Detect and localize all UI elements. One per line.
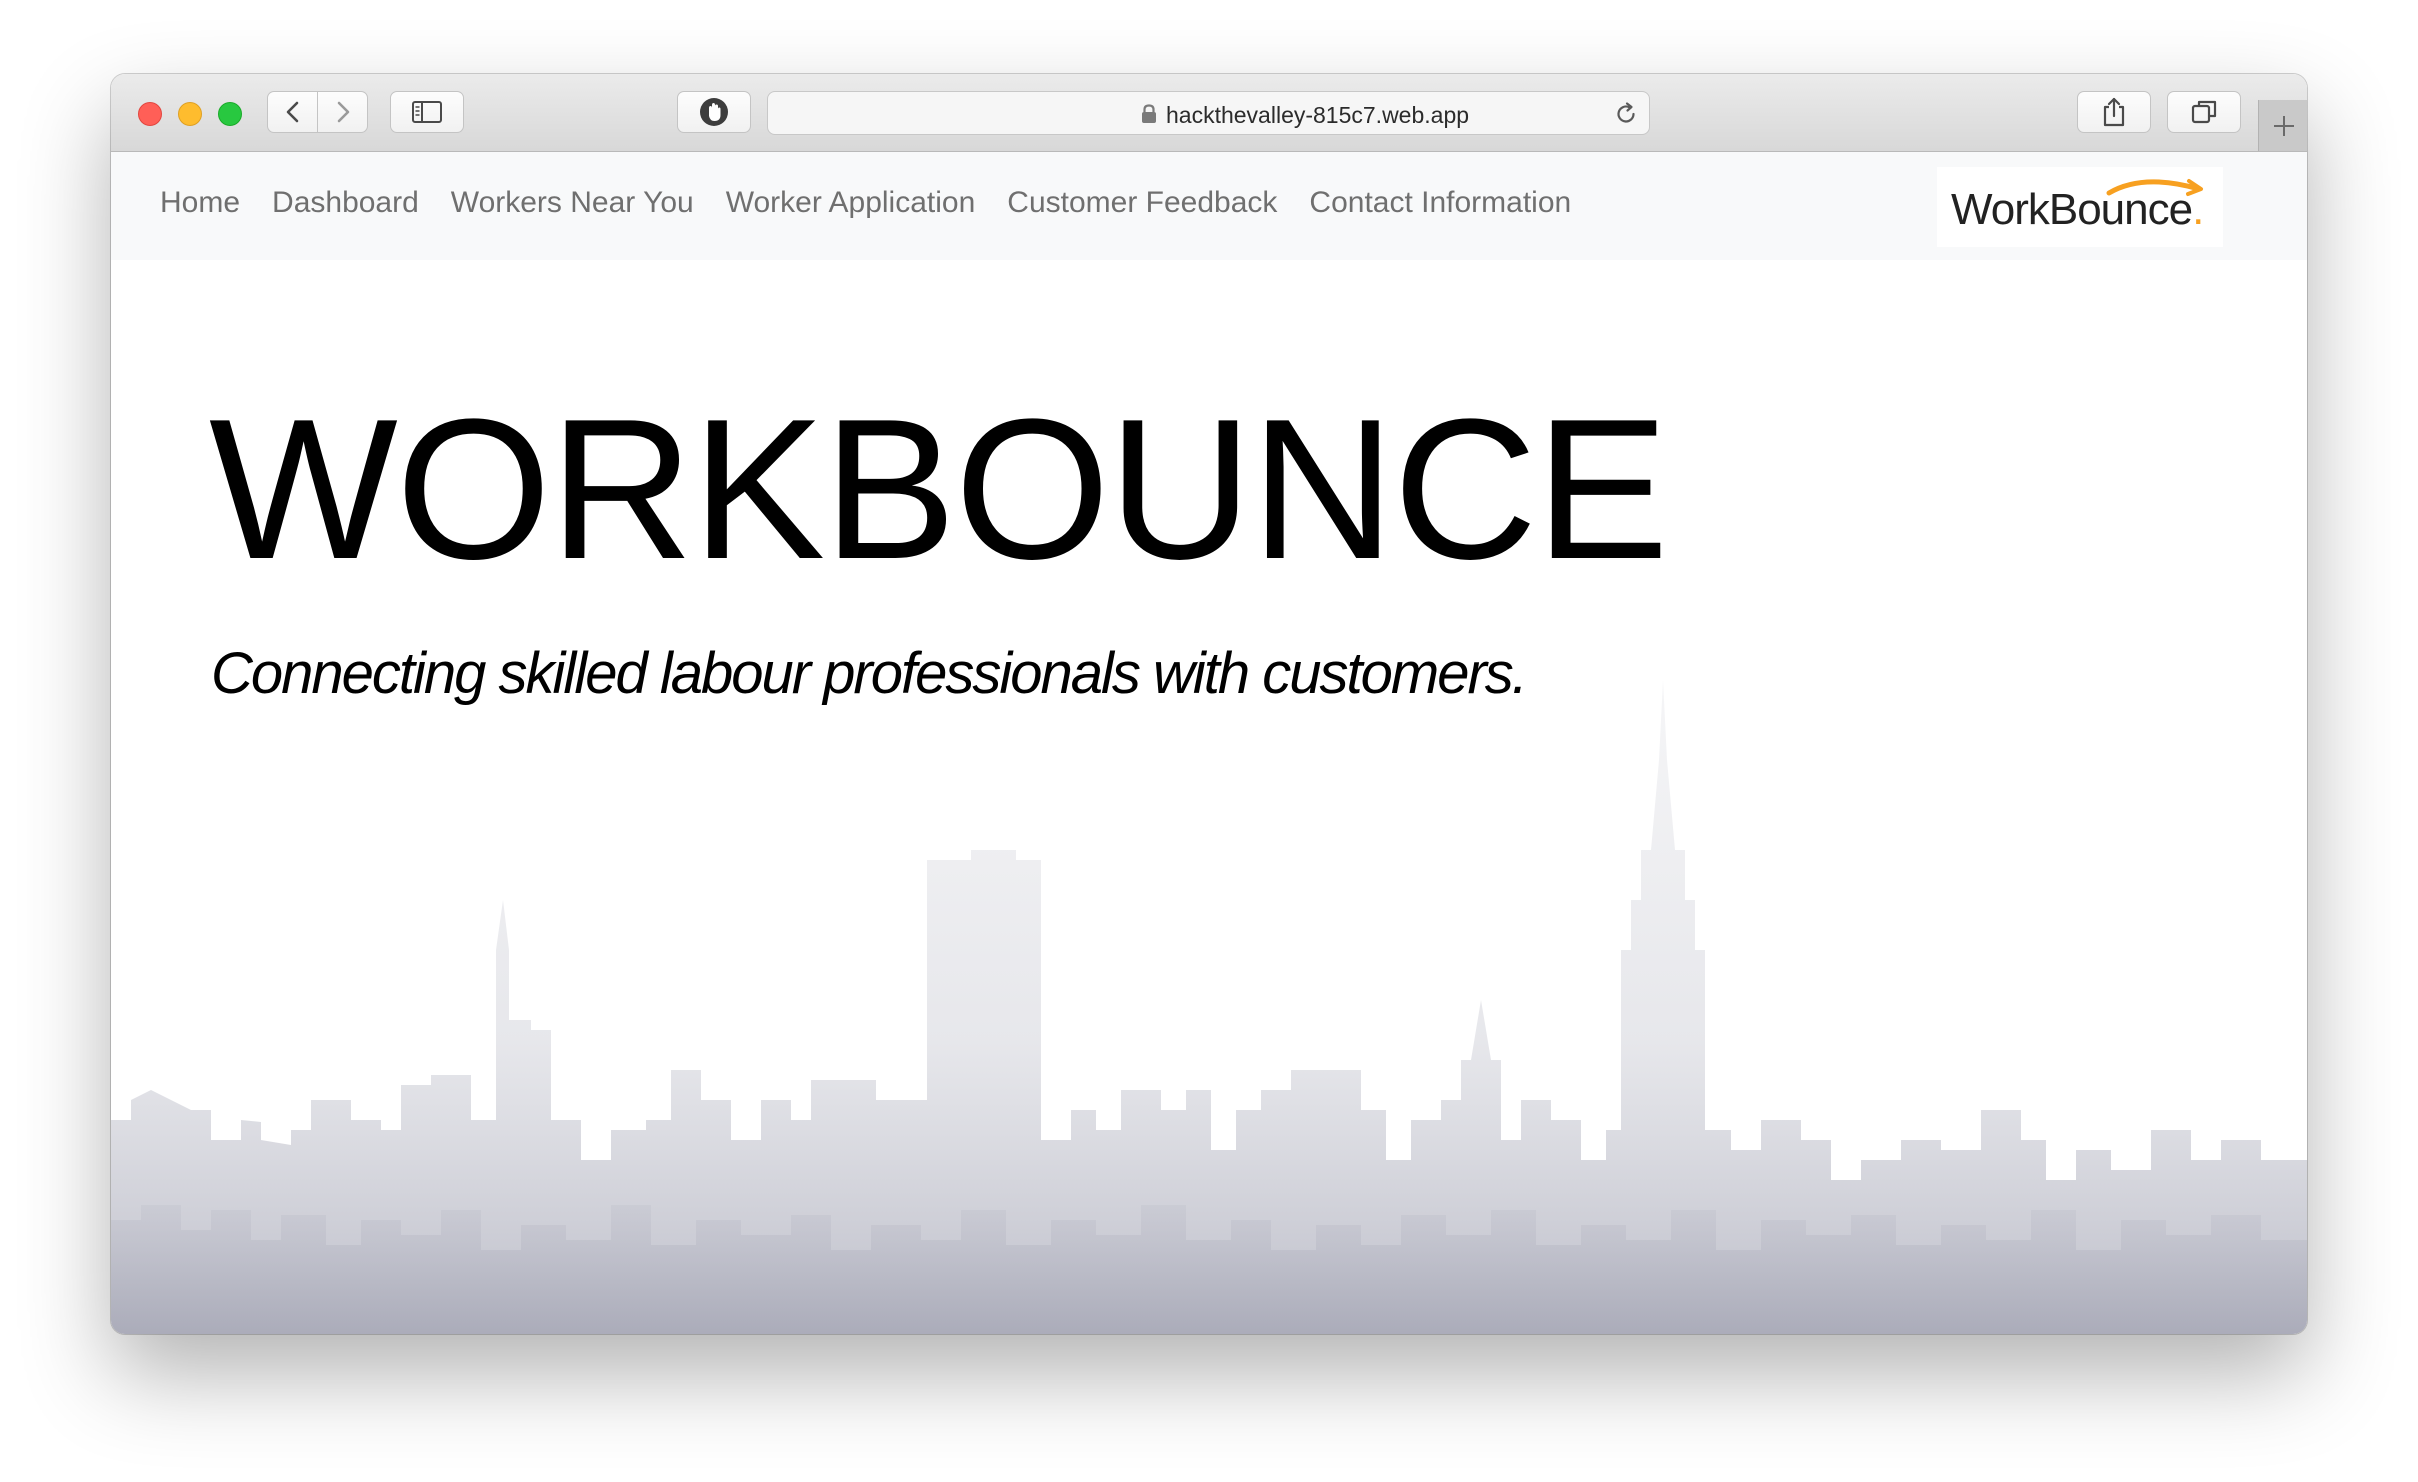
back-button[interactable] — [267, 91, 318, 133]
nav-link-workers-near-you[interactable]: Workers Near You — [451, 186, 694, 220]
logo-text-bounce: Bounce — [2048, 185, 2193, 234]
privacy-shield-icon — [700, 98, 728, 126]
tabs-icon — [2191, 100, 2217, 124]
tab-overview-button[interactable] — [2167, 91, 2241, 133]
hero-subtitle: Connecting skilled labour professionals … — [211, 641, 1528, 706]
hero-section: WORKBOUNCE Connecting skilled labour pro… — [111, 260, 2307, 1334]
nav-links: Home Dashboard Workers Near You Worker A… — [160, 186, 1603, 220]
workbounce-logo[interactable]: WorkBounce. — [1937, 167, 2223, 247]
chevron-right-icon — [337, 101, 349, 123]
browser-window: hackthevalley-815c7.web.app Home Dashboa… — [111, 74, 2307, 1334]
sidebar-icon — [412, 101, 442, 123]
address-bar[interactable]: hackthevalley-815c7.web.app — [767, 91, 1650, 135]
share-icon — [2103, 97, 2125, 127]
privacy-report-button[interactable] — [677, 91, 751, 133]
minimize-window-button[interactable] — [178, 102, 202, 126]
site-navbar: Home Dashboard Workers Near You Worker A… — [111, 152, 2307, 260]
lock-icon — [1142, 104, 1156, 123]
new-tab-button[interactable] — [2258, 100, 2307, 151]
nav-link-customer-feedback[interactable]: Customer Feedback — [1007, 186, 1277, 220]
nav-link-dashboard[interactable]: Dashboard — [272, 186, 419, 220]
hero-title: WORKBOUNCE — [209, 378, 1669, 601]
zoom-window-button[interactable] — [218, 102, 242, 126]
forward-button[interactable] — [317, 91, 368, 133]
logo-dot: . — [2192, 185, 2204, 234]
nav-link-contact-information[interactable]: Contact Information — [1309, 186, 1571, 220]
url-text: hackthevalley-815c7.web.app — [1166, 102, 1470, 128]
close-window-button[interactable] — [138, 102, 162, 126]
chevron-left-icon — [286, 101, 298, 123]
logo-text: WorkBounce. — [1951, 185, 2204, 235]
nav-link-home[interactable]: Home — [160, 186, 240, 220]
reload-icon[interactable] — [1613, 101, 1639, 127]
logo-text-work: Work — [1951, 185, 2050, 234]
sidebar-toggle-button[interactable] — [390, 91, 464, 133]
nav-link-worker-application[interactable]: Worker Application — [726, 186, 976, 220]
plus-icon — [2273, 115, 2294, 136]
share-button[interactable] — [2077, 91, 2151, 133]
browser-toolbar: hackthevalley-815c7.web.app — [111, 74, 2307, 152]
